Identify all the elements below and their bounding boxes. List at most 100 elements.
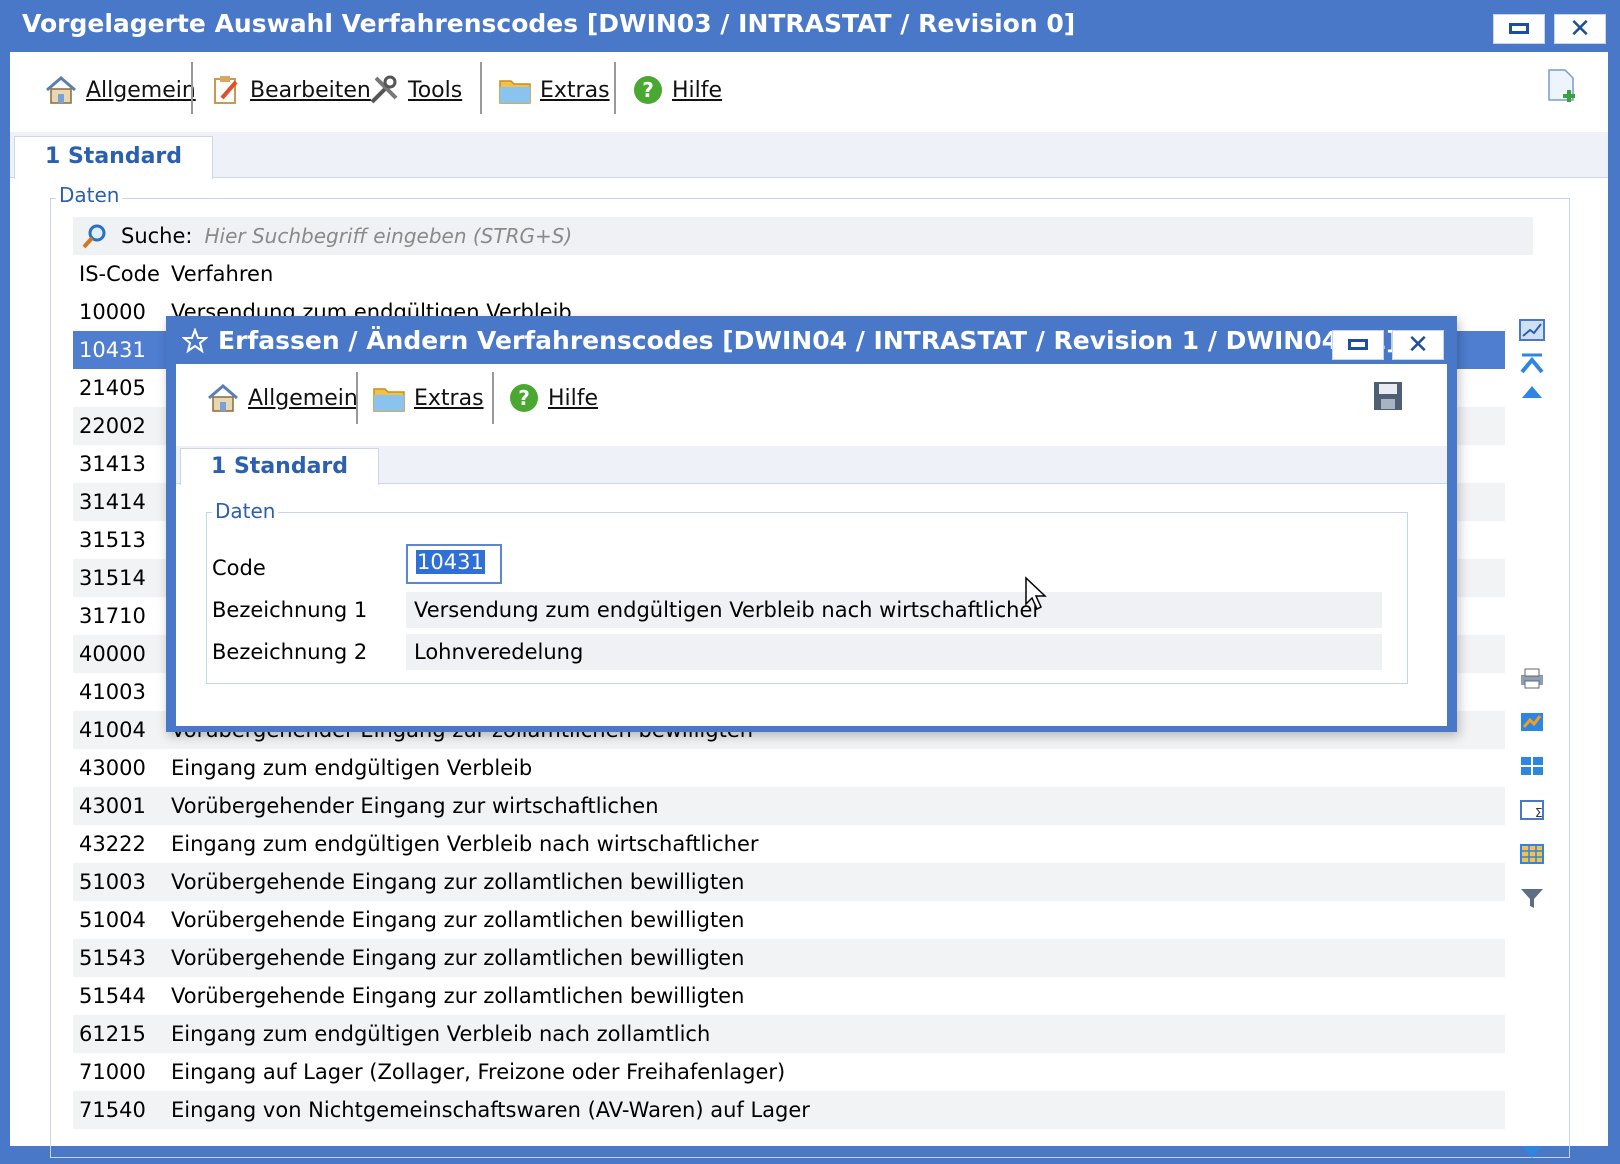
cell-is-code: 51543 [79,946,146,970]
svg-text:?: ? [642,78,654,102]
sum-icon[interactable]: Σ [1518,798,1546,822]
bezeichnung-2-label: Bezeichnung 2 [212,640,368,664]
cell-is-code: 51003 [79,870,146,894]
table-row[interactable]: 51543 Vorübergehende Eingang zur zollamtl… [73,939,1505,977]
dialog-menu-extras[interactable]: Extras [372,378,484,418]
cell-is-code: 31514 [79,566,146,590]
cell-is-code: 40000 [79,642,146,666]
bezeichnung-2-field[interactable]: Lohnveredelung [406,634,1382,670]
daten-legend: Daten [56,183,123,207]
grid-layout-icon[interactable] [1518,754,1546,778]
dialog-title: Erfassen / Ändern Verfahrenscodes [DWIN0… [218,326,1398,355]
close-button[interactable]: ✕ [1554,14,1606,44]
cell-is-code: 51544 [79,984,146,1008]
star-icon[interactable] [182,327,208,354]
chart-export-icon[interactable] [1518,710,1546,734]
menu-separator [492,372,494,424]
chart-icon[interactable] [1518,318,1546,342]
menu-tools[interactable]: Tools [368,70,462,110]
menu-bearbeiten-label: Bearbeiten [250,77,371,103]
help-icon: ? [510,384,538,412]
folder-icon [499,80,531,104]
table-row[interactable]: 51544 Vorübergehende Eingang zur zollamtl… [73,977,1505,1015]
table-row[interactable]: 51004 Vorübergehende Eingang zur zollamtl… [73,901,1505,939]
menu-extras-label: Extras [540,77,610,103]
menu-separator [480,62,482,114]
dialog-minimize-button[interactable] [1332,330,1384,360]
table-row[interactable]: 43000 Eingang zum endgültigen Verbleib [73,749,1505,787]
column-header-verfahren[interactable]: Verfahren [171,255,273,293]
cell-is-code: 31414 [79,490,146,514]
dialog-menu-hilfe[interactable]: ? Hilfe [508,378,598,418]
cell-verfahren: Vorübergehender Eingang zur wirtschaftli… [171,794,659,818]
code-input-value: 10431 [416,550,485,574]
table-row[interactable]: 43001 Vorübergehender Eingang zur wirtsch… [73,787,1505,825]
print-icon[interactable] [1518,666,1546,690]
menu-bearbeiten[interactable]: Bearbeiten [210,70,371,110]
help-icon: ? [634,76,662,104]
bezeichnung-1-field[interactable]: Versendung zum endgültigen Verbleib nach… [406,592,1382,628]
dialog-close-button[interactable]: ✕ [1392,330,1444,360]
dialog-client-area: Allgemein Extras ? Hilfe 1 Standard Date… [176,364,1447,726]
edit-clipboard-icon [214,76,238,104]
cell-verfahren: Eingang zum endgültigen Verbleib nach wi… [171,832,759,856]
main-titlebar[interactable]: Vorgelagerte Auswahl Verfahrenscodes [DW… [0,0,1620,52]
cell-is-code: 22002 [79,414,146,438]
scroll-top-icon[interactable] [1518,352,1546,376]
cell-is-code: 10000 [79,300,146,324]
table-row[interactable]: 43222 Eingang zum endgültigen Verbleib na… [73,825,1505,863]
cell-is-code: 31710 [79,604,146,628]
dialog-menu-allgemein-label: Allgemein [248,385,358,411]
cell-is-code: 31413 [79,452,146,476]
menu-allgemein[interactable]: Allgemein [44,70,196,110]
dialog-menu-extras-label: Extras [414,385,484,411]
table-row[interactable]: 51003 Vorübergehende Eingang zur zollamtl… [73,863,1505,901]
menu-hilfe[interactable]: ? Hilfe [632,70,722,110]
grid-header: IS-Code Verfahren [73,255,1505,293]
save-button[interactable] [1372,380,1404,417]
column-header-is-code[interactable]: IS-Code [79,255,160,293]
cell-verfahren: Vorübergehende Eingang zur zollamtlichen… [171,984,745,1008]
scroll-up-icon[interactable] [1518,380,1546,404]
svg-text:Σ: Σ [1535,806,1543,820]
cell-is-code: 43001 [79,794,146,818]
cell-is-code: 43000 [79,756,146,780]
dialog-tab-1-standard[interactable]: 1 Standard [180,448,380,485]
search-icon [82,224,106,249]
dialog-menu-hilfe-label: Hilfe [548,385,599,411]
dialog-menu-allgemein[interactable]: Allgemein [206,378,358,418]
dialog-titlebar[interactable]: Erfassen / Ändern Verfahrenscodes [DWIN0… [182,326,1398,355]
cell-is-code: 51004 [79,908,146,932]
table-colors-icon[interactable] [1518,842,1546,866]
cell-is-code: 21405 [79,376,146,400]
dialog-daten-legend: Daten [212,499,279,523]
cell-verfahren: Vorübergehende Eingang zur zollamtlichen… [171,908,745,932]
menu-separator [191,62,193,114]
cell-verfahren: Vorübergehende Eingang zur zollamtlichen… [171,870,745,894]
minimize-button[interactable] [1493,14,1545,44]
main-window-title: Vorgelagerte Auswahl Verfahrenscodes [DW… [22,9,1076,38]
cell-verfahren: Eingang auf Lager (Zollager, Freizone od… [171,1060,786,1084]
menu-extras[interactable]: Extras [498,70,610,110]
main-tabstrip: 1 Standard [10,132,1608,179]
dialog-tabstrip: 1 Standard [176,446,1447,485]
search-bar[interactable]: Suche: Hier Suchbegriff eingeben (STRG+S… [73,217,1533,255]
svg-text:?: ? [518,386,530,410]
table-row[interactable]: 61215 Eingang zum endgültigen Verbleib na… [73,1015,1505,1053]
cell-is-code: 71000 [79,1060,146,1084]
cell-is-code: 41004 [79,718,146,742]
new-document-button[interactable] [1545,68,1579,109]
menu-tools-label: Tools [408,77,463,103]
tab-1-standard[interactable]: 1 Standard [14,136,214,179]
table-row[interactable]: 71000 Eingang auf Lager (Zollager, Freizo… [73,1053,1505,1091]
home-icon [46,76,76,104]
search-input[interactable]: Hier Suchbegriff eingeben (STRG+S) [205,224,573,248]
cell-is-code: 71540 [79,1098,146,1122]
search-label: Suche: [121,224,193,248]
filter-icon[interactable] [1518,886,1546,910]
table-row[interactable]: 71540 Eingang von Nichtgemeinschaftswaren… [73,1091,1505,1129]
menu-separator [614,62,616,114]
menu-separator [356,372,358,424]
scroll-down-icon[interactable] [1518,1140,1546,1164]
code-input[interactable]: 10431 [406,544,502,584]
